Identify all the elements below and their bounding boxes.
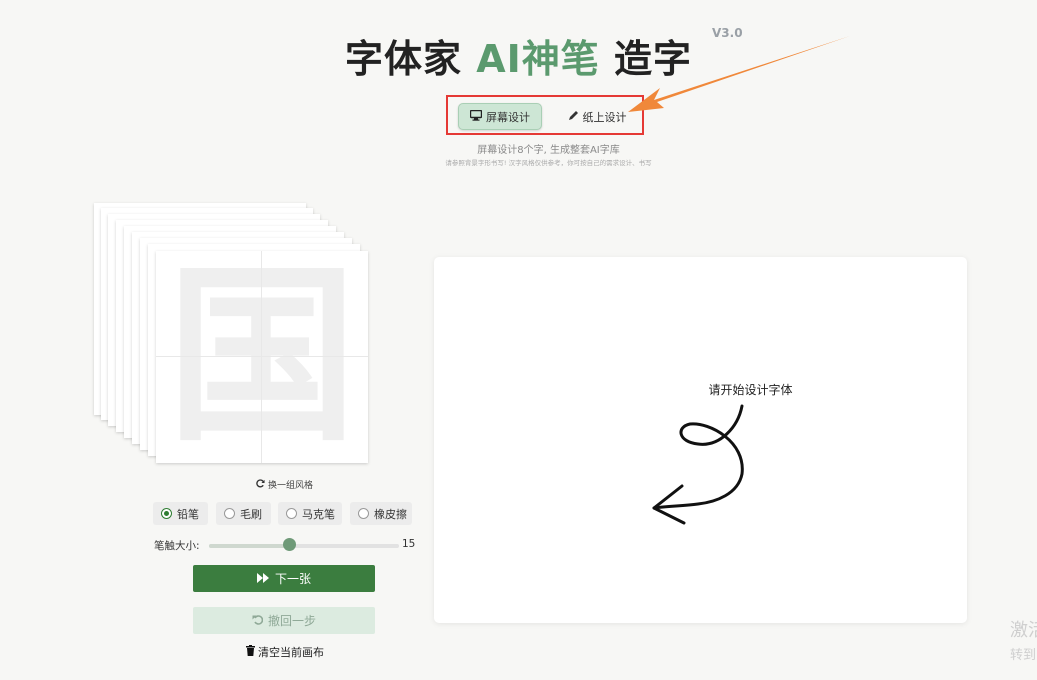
next-button[interactable]: 下一张 bbox=[193, 565, 375, 592]
tool-eraser[interactable]: 橡皮擦 bbox=[350, 502, 412, 525]
radio-icon bbox=[224, 508, 235, 519]
undo-icon bbox=[252, 614, 264, 628]
tool-brush[interactable]: 毛刷 bbox=[216, 502, 271, 525]
brush-size-thumb[interactable] bbox=[282, 538, 296, 551]
radio-icon bbox=[161, 508, 172, 519]
monitor-icon bbox=[469, 109, 483, 124]
refresh-icon bbox=[256, 478, 265, 491]
radio-icon bbox=[286, 508, 297, 519]
clear-label: 清空当前画布 bbox=[258, 646, 324, 659]
drawing-canvas[interactable]: 请开始设计字体 bbox=[434, 257, 967, 623]
tool-label: 橡皮擦 bbox=[374, 507, 407, 521]
squiggle-arrow-illustration bbox=[652, 404, 744, 525]
tool-pencil[interactable]: 铅笔 bbox=[153, 502, 208, 525]
trash-icon bbox=[246, 645, 255, 659]
switch-style-label: 换一组风格 bbox=[268, 481, 314, 491]
screen-design-label: 屏幕设计 bbox=[486, 110, 530, 124]
brush-size-value: 15 bbox=[402, 538, 416, 550]
next-label: 下一张 bbox=[274, 572, 311, 586]
undo-label: 撤回一步 bbox=[267, 614, 316, 628]
activation-watermark: 激活 bbox=[1010, 620, 1037, 641]
radio-icon bbox=[358, 508, 369, 519]
reference-glyph-card: 国 bbox=[156, 251, 368, 463]
pencil-icon bbox=[568, 110, 579, 124]
mode-selector-highlight: 屏幕设计 纸上设计 bbox=[446, 95, 644, 135]
title-ai: AI神笔 bbox=[476, 37, 600, 81]
reference-glyph: 国 bbox=[156, 251, 368, 463]
annotation-arrow bbox=[628, 36, 850, 112]
instruction-subtext: 请参照背景字形书写! 汉字风格仅供参考，你可按自己的需求设计、书写 bbox=[445, 159, 652, 167]
activation-watermark-sub: 转到 bbox=[1010, 648, 1037, 663]
screen-design-button[interactable]: 屏幕设计 bbox=[458, 103, 542, 130]
switch-style-button[interactable]: 换一组风格 bbox=[256, 478, 313, 491]
fast-forward-icon bbox=[256, 572, 270, 586]
tool-marker[interactable]: 马克笔 bbox=[278, 502, 342, 525]
clear-canvas-button[interactable]: 清空当前画布 bbox=[246, 644, 324, 660]
grid-line-horizontal bbox=[156, 356, 368, 357]
tool-label: 马克笔 bbox=[302, 507, 335, 521]
tool-label: 铅笔 bbox=[177, 507, 199, 521]
instruction-text: 屏幕设计8个字, 生成整套AI字库 bbox=[477, 145, 620, 156]
brush-size-fill bbox=[209, 544, 289, 548]
canvas-hint: 请开始设计字体 bbox=[708, 383, 793, 397]
title-part1: 字体家 bbox=[344, 37, 477, 81]
grid-line-vertical bbox=[261, 251, 262, 463]
page-title: 字体家 AI神笔 造字 bbox=[0, 28, 1037, 83]
undo-button[interactable]: 撤回一步 bbox=[193, 607, 375, 634]
tool-label: 毛刷 bbox=[240, 507, 262, 521]
brush-size-label: 笔触大小: bbox=[154, 540, 200, 552]
